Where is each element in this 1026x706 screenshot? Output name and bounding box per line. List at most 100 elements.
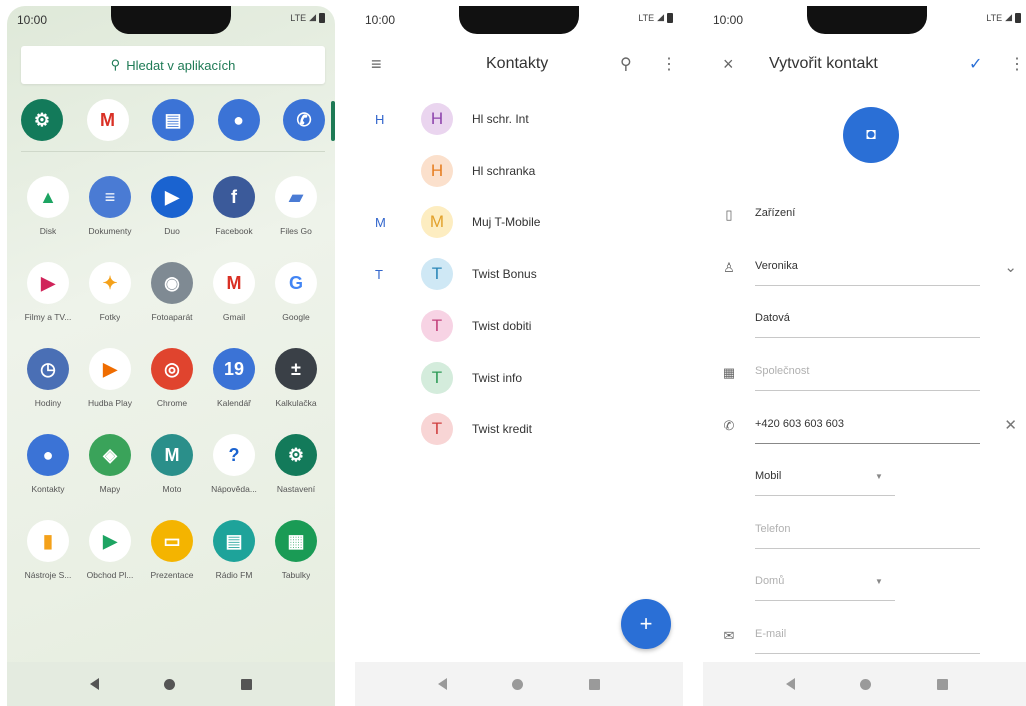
app-item[interactable]: ? Nápověda... — [203, 434, 265, 494]
phone-field[interactable]: +420 603 603 603 — [755, 418, 844, 430]
create-contact-screen: 10:00 LTE ◢ × Vytvořit kontakt ✓ ⋮ ◘ ▯ Za… — [703, 6, 1026, 706]
more-icon[interactable]: ⋮ — [1009, 54, 1025, 74]
contact-row[interactable]: M M Muj T-Mobile — [355, 202, 683, 242]
home-icon[interactable] — [860, 678, 872, 690]
icon-glyph: ± — [291, 358, 301, 379]
field-underline — [755, 600, 895, 601]
save-check-icon[interactable]: ✓ — [969, 54, 982, 74]
icon-glyph: ▶ — [103, 358, 117, 379]
menu-icon[interactable]: ≡ — [371, 54, 382, 75]
app-item[interactable]: ▶ Hudba Play — [79, 348, 141, 408]
gmail-app-icon[interactable]: M — [86, 99, 129, 141]
home-icon[interactable] — [512, 678, 524, 690]
app-item[interactable]: ⚙ Nastavení — [265, 434, 327, 494]
settings-app-icon[interactable]: ⚙ — [21, 99, 63, 141]
app-item[interactable]: ◷ Hodiny — [17, 348, 79, 408]
camera-icon: ◘ — [866, 126, 876, 143]
contacts-app-icon[interactable]: ● — [217, 99, 260, 141]
contact-row[interactable]: H H Hl schr. Int — [355, 99, 683, 139]
recents-icon[interactable] — [241, 678, 253, 690]
app-icon: ● — [27, 434, 69, 476]
scrollbar[interactable] — [331, 101, 335, 141]
phone-app-icon[interactable]: ✆ — [283, 99, 325, 141]
app-item[interactable]: ● Kontakty — [17, 434, 79, 494]
app-item[interactable]: ≡ Dokumenty — [79, 176, 141, 236]
app-item[interactable]: ▲ Disk — [17, 176, 79, 236]
contact-row[interactable]: H Hl schranka — [355, 151, 683, 191]
phone-type-value: Mobil — [755, 470, 782, 482]
app-icon: ▮ — [27, 520, 69, 562]
app-item[interactable]: ▰ Files Go — [265, 176, 327, 236]
email-icon: ✉ — [723, 628, 735, 643]
icon-glyph: ▶ — [103, 530, 117, 551]
back-icon[interactable] — [437, 678, 447, 690]
person-icon: ♙ — [723, 260, 735, 275]
email-field[interactable]: E-mail — [755, 628, 786, 640]
app-label: Nástroje S... — [24, 570, 72, 580]
app-item[interactable]: G Google — [265, 262, 327, 322]
app-item[interactable]: M Moto — [141, 434, 203, 494]
app-label: Kalendář — [216, 398, 252, 408]
add-contact-button[interactable]: + — [621, 599, 671, 649]
contact-name: Twist info — [472, 370, 523, 385]
account-value: Zařízení — [755, 207, 796, 219]
icon-glyph: ▤ — [164, 109, 182, 130]
expand-icon[interactable]: ⌄ — [1004, 258, 1017, 276]
phone2-type-row[interactable]: Domů ▼ — [703, 567, 1026, 601]
back-icon[interactable] — [89, 678, 99, 690]
app-label: Tabulky — [281, 570, 311, 580]
app-item[interactable]: ▭ Prezentace — [141, 520, 203, 580]
contact-row[interactable]: T Twist dobiti — [355, 306, 683, 346]
field-underline — [755, 443, 980, 444]
status-time: 10:00 — [713, 13, 744, 27]
messages-app-icon[interactable]: ▤ — [152, 99, 194, 141]
phone-type-row[interactable]: Mobil ▼ — [703, 462, 1026, 496]
app-item[interactable]: ◉ Fotoaparát — [141, 262, 203, 322]
app-item[interactable]: ✦ Fotky — [79, 262, 141, 322]
app-item[interactable]: f Facebook — [203, 176, 265, 236]
phone2-field[interactable]: Telefon — [755, 523, 790, 535]
last-name-field[interactable]: Datová — [755, 312, 790, 324]
app-item[interactable]: ▶ Duo — [141, 176, 203, 236]
avatar: H — [421, 103, 453, 135]
app-label: Rádio FM — [215, 570, 253, 580]
avatar: M — [421, 206, 453, 239]
search-icon[interactable]: ⚲ — [620, 54, 632, 74]
more-icon[interactable]: ⋮ — [661, 54, 677, 74]
account-row[interactable]: ▯ Zařízení — [703, 199, 1026, 233]
app-label: Disk — [39, 226, 57, 236]
app-item[interactable]: ◈ Mapy — [79, 434, 141, 494]
search-placeholder: Hledat v aplikacích — [126, 57, 236, 73]
app-item[interactable]: M Gmail — [203, 262, 265, 322]
app-item[interactable]: ▶ Filmy a TV... — [17, 262, 79, 322]
app-item[interactable]: ▶ Obchod Pl... — [79, 520, 141, 580]
recents-icon[interactable] — [937, 678, 949, 690]
first-name-field[interactable]: Veronika — [755, 260, 798, 272]
recents-icon[interactable] — [589, 678, 601, 690]
app-item[interactable]: ◎ Chrome — [141, 348, 203, 408]
status-time: 10:00 — [365, 13, 396, 27]
home-icon[interactable] — [164, 678, 176, 690]
app-search-bar[interactable]: ⚲ Hledat v aplikacích — [21, 46, 325, 84]
add-photo-button[interactable]: ◘ — [843, 107, 899, 163]
contact-row[interactable]: T T Twist Bonus — [355, 254, 683, 294]
contact-row[interactable]: T Twist info — [355, 358, 683, 398]
company-field[interactable]: Společnost — [755, 365, 809, 377]
app-item[interactable]: ▦ Tabulky — [265, 520, 327, 580]
contacts-screen: 10:00 LTE ◢ ≡ Kontakty ⚲ ⋮ H H Hl schr. Int… — [355, 6, 683, 706]
contact-name: Hl schranka — [472, 163, 536, 178]
app-icon: ◉ — [151, 262, 193, 304]
icon-glyph: ⚙ — [287, 444, 305, 465]
back-icon[interactable] — [785, 678, 795, 690]
search-icon: ⚲ — [110, 57, 121, 72]
app-item[interactable]: 19 Kalendář — [203, 348, 265, 408]
contact-row[interactable]: T Twist kredit — [355, 409, 683, 449]
app-item[interactable]: ▤ Rádio FM — [203, 520, 265, 580]
app-label: Nastavení — [276, 484, 316, 494]
status-icons: LTE ◢ — [986, 12, 1021, 23]
app-label: Kalkulačka — [275, 398, 317, 408]
remove-phone-icon[interactable]: ✕ — [1004, 416, 1017, 434]
app-item[interactable]: ± Kalkulačka — [265, 348, 327, 408]
app-item[interactable]: ▮ Nástroje S... — [17, 520, 79, 580]
close-icon[interactable]: × — [723, 54, 734, 75]
